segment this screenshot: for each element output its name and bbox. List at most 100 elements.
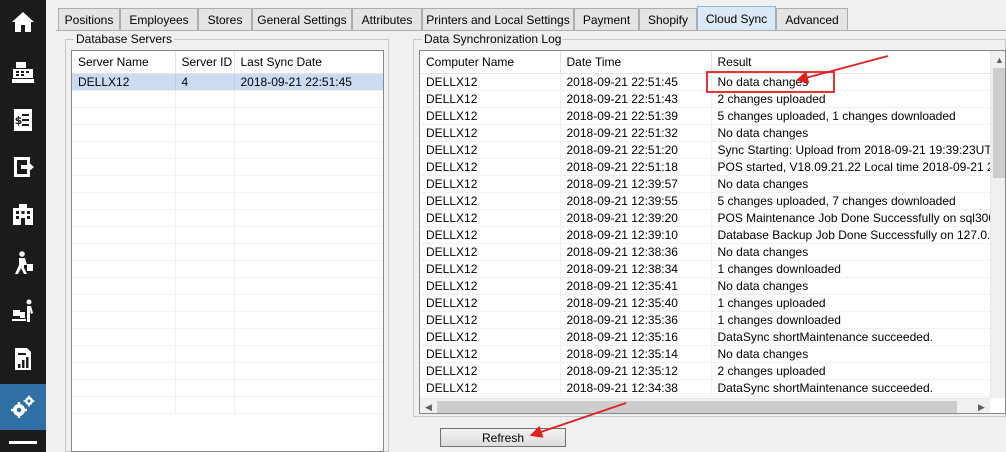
date-time-cell: 2018-09-21 12:34:38 [560, 379, 712, 397]
log-row[interactable]: DELLX12 2018-09-21 12:38:34 1 changes down… [420, 260, 1005, 278]
column-header-last-sync-date[interactable]: Last Sync Date [234, 51, 383, 74]
log-row[interactable]: DELLX12 2018-09-21 22:51:20 Sync Starting:… [420, 141, 1005, 159]
sidebar-receipts[interactable]: $ [0, 98, 46, 142]
empty-row [72, 90, 383, 108]
tab-shopify[interactable]: Shopify [639, 8, 697, 30]
date-time-cell: 2018-09-21 12:39:20 [560, 209, 712, 227]
result-cell: 5 changes uploaded, 7 changes downloaded [711, 192, 1005, 210]
result-cell: 2 changes uploaded [711, 362, 1005, 380]
empty-cell [234, 158, 383, 176]
scroll-left-arrow-icon[interactable]: ◀ [420, 399, 437, 413]
log-horizontal-scrollbar[interactable]: ◀ ▶ [420, 398, 990, 413]
tab-stores[interactable]: Stores [198, 8, 252, 30]
empty-cell [175, 192, 235, 210]
empty-cell [175, 141, 235, 159]
sidebar-settings[interactable] [0, 384, 46, 430]
tab-attributes[interactable]: Attributes [352, 8, 422, 30]
sidebar-register[interactable] [0, 50, 46, 94]
date-time-cell: 2018-09-21 22:51:39 [560, 107, 712, 125]
empty-cell [234, 175, 383, 193]
empty-cell [234, 277, 383, 295]
empty-cell [72, 192, 176, 210]
log-row[interactable]: DELLX12 2018-09-21 12:39:10 Database Backu… [420, 226, 1005, 244]
log-row[interactable]: DELLX12 2018-09-21 12:39:55 5 changes uplo… [420, 192, 1005, 210]
svg-text:$: $ [15, 114, 23, 127]
computer-name-cell: DELLX12 [420, 328, 561, 346]
log-row[interactable]: DELLX12 2018-09-21 12:35:12 2 changes uplo… [420, 362, 1005, 380]
column-header-server-name[interactable]: Server Name [72, 51, 176, 74]
date-time-cell: 2018-09-21 22:51:43 [560, 90, 712, 108]
log-row[interactable]: DELLX12 2018-09-21 12:39:20 POS Maintenanc… [420, 209, 1005, 227]
horizontal-scroll-thumb[interactable] [437, 401, 957, 413]
sidebar-stores[interactable] [0, 193, 46, 237]
empty-cell [72, 311, 176, 329]
column-header-date-time[interactable]: Date Time [560, 51, 712, 74]
log-row[interactable]: DELLX12 2018-09-21 12:35:36 1 changes down… [420, 311, 1005, 329]
tab-label: Advanced [785, 12, 839, 27]
log-row[interactable]: DELLX12 2018-09-21 12:34:38 DataSync short… [420, 379, 1005, 397]
log-row[interactable]: DELLX12 2018-09-21 12:35:14 No data change… [420, 345, 1005, 363]
sidebar-home[interactable] [0, 0, 46, 44]
log-row[interactable]: DELLX12 2018-09-21 22:51:45 No data change… [420, 73, 1005, 91]
scroll-up-arrow-icon[interactable]: ▲ [991, 51, 1005, 68]
empty-cell [175, 311, 235, 329]
log-row[interactable]: DELLX12 2018-09-21 22:51:32 No data change… [420, 124, 1005, 142]
sidebar-customers[interactable] [0, 241, 46, 285]
servers-header-row: Server Name Server ID Last Sync Date [72, 51, 383, 74]
empty-row [72, 345, 383, 363]
result-cell: 1 changes downloaded [711, 260, 1005, 278]
sidebar-exit[interactable] [0, 145, 46, 189]
empty-cell [234, 107, 383, 125]
date-time-cell: 2018-09-21 22:51:18 [560, 158, 712, 176]
date-time-cell: 2018-09-21 22:51:45 [560, 73, 712, 91]
scroll-right-arrow-icon[interactable]: ▶ [973, 399, 990, 413]
log-row[interactable]: DELLX12 2018-09-21 12:35:40 1 changes uplo… [420, 294, 1005, 312]
empty-row [72, 277, 383, 295]
tab-payment[interactable]: Payment [574, 8, 639, 30]
empty-row [72, 396, 383, 414]
log-vertical-scrollbar[interactable]: ▲ [990, 51, 1005, 398]
server-name-cell: DELLX12 [72, 73, 176, 91]
date-time-cell: 2018-09-21 12:39:55 [560, 192, 712, 210]
log-row[interactable]: DELLX12 2018-09-21 22:51:39 5 changes uplo… [420, 107, 1005, 125]
tab-label: Stores [207, 12, 243, 27]
empty-cell [234, 328, 383, 346]
sidebar-reports[interactable] [0, 337, 46, 381]
log-row[interactable]: DELLX12 2018-09-21 22:51:18 POS started, V… [420, 158, 1005, 176]
sidebar-delivery[interactable] [0, 289, 46, 333]
empty-row [72, 243, 383, 261]
result-cell: POS Maintenance Job Done Successfully on… [711, 209, 1005, 227]
computer-name-cell: DELLX12 [420, 124, 561, 142]
empty-cell [72, 209, 176, 227]
column-header-computer-name[interactable]: Computer Name [420, 51, 561, 74]
tab-printers-local-settings[interactable]: Printers and Local Settings [422, 8, 574, 30]
log-row[interactable]: DELLX12 2018-09-21 12:35:16 DataSync short… [420, 328, 1005, 346]
empty-cell [175, 396, 235, 414]
computer-name-cell: DELLX12 [420, 226, 561, 244]
report-icon [15, 348, 31, 370]
database-servers-grid[interactable]: Server Name Server ID Last Sync Date DEL… [71, 50, 384, 452]
computer-name-cell: DELLX12 [420, 362, 561, 380]
refresh-button[interactable]: Refresh [440, 428, 566, 447]
column-header-result[interactable]: Result [711, 51, 1005, 74]
vertical-scroll-thumb[interactable] [993, 68, 1005, 178]
tab-positions[interactable]: Positions [58, 8, 120, 30]
tab-label: Attributes [361, 12, 413, 27]
empty-row [72, 192, 383, 210]
sync-log-grid[interactable]: Computer Name Date Time Result DELLX12 20… [419, 50, 1006, 414]
log-row[interactable]: DELLX12 2018-09-21 12:39:57 No data change… [420, 175, 1005, 193]
log-row[interactable]: DELLX12 2018-09-21 12:38:36 No data change… [420, 243, 1005, 261]
tab-cloud-sync[interactable]: Cloud Sync [697, 6, 776, 31]
column-header-server-id[interactable]: Server ID [175, 51, 235, 74]
tab-general-settings[interactable]: General Settings [252, 8, 352, 30]
log-row[interactable]: DELLX12 2018-09-21 12:35:41 No data change… [420, 277, 1005, 295]
empty-cell [175, 90, 235, 108]
empty-cell [234, 209, 383, 227]
tab-advanced[interactable]: Advanced [776, 8, 848, 30]
customer-walking-icon [15, 251, 33, 274]
tab-employees[interactable]: Employees [120, 8, 198, 30]
empty-row [72, 124, 383, 142]
server-row[interactable]: DELLX12 4 2018-09-21 22:51:45 [72, 73, 383, 91]
log-row[interactable]: DELLX12 2018-09-21 22:51:43 2 changes uplo… [420, 90, 1005, 108]
date-time-cell: 2018-09-21 12:35:16 [560, 328, 712, 346]
